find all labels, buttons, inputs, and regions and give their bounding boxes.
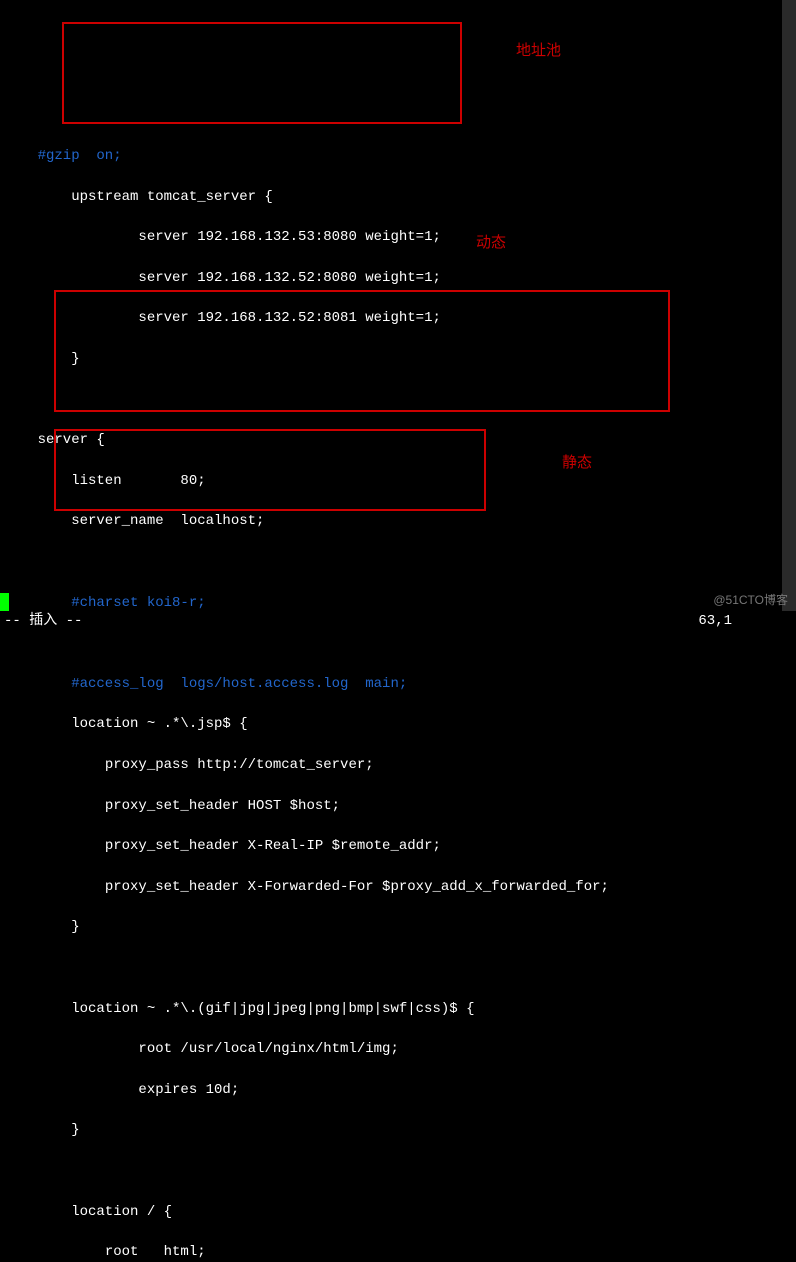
watermark: @51CTO博客 [713,592,788,609]
code-line: server 192.168.132.53:8080 weight=1; [4,227,796,247]
blank-line [4,390,796,410]
annotation-label-static: 静态 [562,452,592,474]
code-line: server 192.168.132.52:8081 weight=1; [4,308,796,328]
annotation-label-pool: 地址池 [516,40,561,62]
code-line: #access_log logs/host.access.log main; [4,674,796,694]
code-line: proxy_set_header X-Forwarded-For $proxy_… [4,877,796,897]
code-line: proxy_set_header HOST $host; [4,796,796,816]
status-bar: -- 插入 -- 63,1 [0,611,796,631]
code-line: #gzip on; [4,146,796,166]
code-line: } [4,917,796,937]
code-line: } [4,349,796,369]
cursor-position: 63,1 [698,611,732,631]
code-line: listen 80; [4,471,796,491]
blank-line [4,1161,796,1181]
code-line: server_name localhost; [4,511,796,531]
code-line: proxy_set_header X-Real-IP $remote_addr; [4,836,796,856]
code-line: expires 10d; [4,1080,796,1100]
code-line: location ~ .*\.(gif|jpg|jpeg|png|bmp|swf… [4,999,796,1019]
code-line: server 192.168.132.52:8080 weight=1; [4,268,796,288]
blank-line [4,633,796,653]
code-line: upstream tomcat_server { [4,187,796,207]
code-line: location / { [4,1202,796,1222]
code-line: location ~ .*\.jsp$ { [4,714,796,734]
code-line: root /usr/local/nginx/html/img; [4,1039,796,1059]
code-line: root html; [4,1242,796,1262]
status-spacer [82,611,698,631]
code-line: proxy_pass http://tomcat_server; [4,755,796,775]
annotation-label-dynamic: 动态 [476,232,506,254]
code-line: server { [4,430,796,450]
annotation-box-pool [62,22,462,124]
cursor [0,593,9,611]
blank-line [4,958,796,978]
code-line: } [4,1120,796,1140]
code-editor[interactable]: #gzip on; upstream tomcat_server { serve… [0,122,796,1262]
editor-mode: -- 插入 -- [4,611,82,631]
blank-line [4,552,796,572]
